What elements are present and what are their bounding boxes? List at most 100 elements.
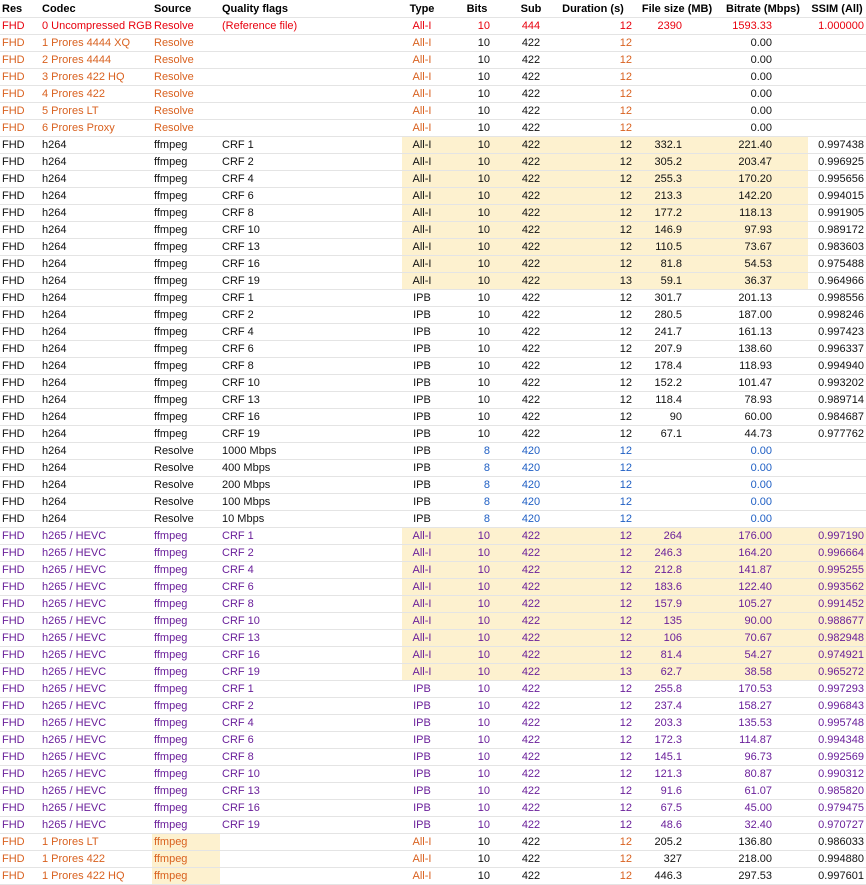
cell-sub: 422 — [512, 85, 550, 103]
cell-file-size: 332.1 — [636, 136, 718, 154]
cell-duration: 12 — [550, 391, 636, 409]
cell-res: FHD — [0, 493, 40, 511]
cell-type: IPB — [402, 493, 442, 511]
cell-duration: 12 — [550, 850, 636, 868]
cell-codec: h264 — [40, 221, 152, 239]
cell-type: IPB — [402, 357, 442, 375]
table-row: FHD h265 / HEVC ffmpeg CRF 6 IPB 10 422 12 172.3… — [0, 731, 866, 749]
cell-sub: 422 — [512, 272, 550, 290]
table-row: FHD h264 ffmpeg CRF 4 IPB 10 422 12 241.7 161.13 0… — [0, 323, 866, 341]
cell-ssim: 0.994348 — [808, 731, 866, 749]
cell-quality-flags: CRF 10 — [220, 374, 402, 392]
cell-bits: 10 — [442, 119, 512, 137]
cell-bits: 10 — [442, 425, 512, 443]
cell-file-size: 213.3 — [636, 187, 718, 205]
cell-bits: 10 — [442, 408, 512, 426]
cell-codec: h265 / HEVC — [40, 816, 152, 834]
cell-duration: 12 — [550, 34, 636, 52]
cell-source: ffmpeg — [152, 272, 220, 290]
table-row: FHD 4 Prores 422 Resolve All-I 10 422 12 0.00 — [0, 85, 866, 103]
cell-duration: 12 — [550, 731, 636, 749]
cell-file-size — [636, 51, 718, 69]
col-header-type: Type — [402, 0, 442, 18]
cell-quality-flags: 400 Mbps — [220, 459, 402, 477]
cell-duration: 12 — [550, 85, 636, 103]
cell-type: IPB — [402, 408, 442, 426]
cell-file-size: 212.8 — [636, 561, 718, 579]
cell-ssim — [808, 476, 866, 494]
cell-ssim: 0.997438 — [808, 136, 866, 154]
cell-file-size: 110.5 — [636, 238, 718, 256]
cell-bitrate: 70.67 — [718, 629, 808, 647]
cell-codec: h264 — [40, 170, 152, 188]
table-row: FHD h264 Resolve 100 Mbps IPB 8 420 12 0.00 — [0, 493, 866, 511]
table-row: FHD h264 ffmpeg CRF 16 All-I 10 422 12 81.8 54.53… — [0, 255, 866, 273]
cell-ssim: 0.989714 — [808, 391, 866, 409]
cell-file-size: 305.2 — [636, 153, 718, 171]
cell-res: FHD — [0, 731, 40, 749]
col-header-duration: Duration (s) — [550, 0, 636, 18]
cell-type: All-I — [402, 544, 442, 562]
cell-source: ffmpeg — [152, 714, 220, 732]
cell-ssim: 0.975488 — [808, 255, 866, 273]
cell-ssim: 0.989172 — [808, 221, 866, 239]
cell-source: Resolve — [152, 85, 220, 103]
cell-source: ffmpeg — [152, 816, 220, 834]
cell-duration: 12 — [550, 187, 636, 205]
cell-duration: 12 — [550, 68, 636, 86]
cell-duration: 12 — [550, 425, 636, 443]
cell-res: FHD — [0, 221, 40, 239]
cell-duration: 12 — [550, 374, 636, 392]
cell-source: ffmpeg — [152, 629, 220, 647]
cell-codec: h265 / HEVC — [40, 544, 152, 562]
cell-bitrate: 90.00 — [718, 612, 808, 630]
cell-duration: 12 — [550, 595, 636, 613]
cell-duration: 12 — [550, 238, 636, 256]
cell-ssim: 0.998246 — [808, 306, 866, 324]
cell-quality-flags — [220, 34, 402, 52]
header-row: Res Codec Source Quality flags Type Bits… — [0, 0, 866, 18]
cell-file-size — [636, 493, 718, 511]
cell-bits: 10 — [442, 255, 512, 273]
cell-bits: 10 — [442, 323, 512, 341]
cell-sub: 422 — [512, 221, 550, 239]
cell-bits: 10 — [442, 561, 512, 579]
cell-bitrate: 135.53 — [718, 714, 808, 732]
cell-bitrate: 97.93 — [718, 221, 808, 239]
cell-duration: 12 — [550, 612, 636, 630]
cell-res: FHD — [0, 782, 40, 800]
cell-codec: h264 — [40, 357, 152, 375]
cell-bits: 10 — [442, 799, 512, 817]
cell-sub: 420 — [512, 510, 550, 528]
cell-res: FHD — [0, 323, 40, 341]
cell-res: FHD — [0, 748, 40, 766]
cell-file-size: 203.3 — [636, 714, 718, 732]
cell-res: FHD — [0, 799, 40, 817]
table-row: FHD h264 ffmpeg CRF 19 IPB 10 422 12 67.1 44.73 0.… — [0, 425, 866, 443]
cell-sub: 422 — [512, 323, 550, 341]
cell-sub: 422 — [512, 578, 550, 596]
cell-source: Resolve — [152, 476, 220, 494]
cell-bitrate: 36.37 — [718, 272, 808, 290]
cell-bitrate: 0.00 — [718, 34, 808, 52]
cell-file-size: 237.4 — [636, 697, 718, 715]
cell-ssim: 0.996337 — [808, 340, 866, 358]
cell-quality-flags: CRF 4 — [220, 323, 402, 341]
cell-res: FHD — [0, 255, 40, 273]
cell-ssim: 0.992569 — [808, 748, 866, 766]
cell-ssim — [808, 68, 866, 86]
cell-sub: 422 — [512, 663, 550, 681]
cell-type: All-I — [402, 170, 442, 188]
cell-quality-flags: CRF 19 — [220, 272, 402, 290]
cell-file-size — [636, 476, 718, 494]
cell-file-size — [636, 119, 718, 137]
cell-source: ffmpeg — [152, 833, 220, 851]
cell-file-size: 301.7 — [636, 289, 718, 307]
cell-bitrate: 96.73 — [718, 748, 808, 766]
cell-file-size — [636, 510, 718, 528]
cell-file-size: 446.3 — [636, 867, 718, 885]
cell-bits: 10 — [442, 663, 512, 681]
cell-quality-flags — [220, 102, 402, 120]
cell-bitrate: 0.00 — [718, 119, 808, 137]
cell-codec: h264 — [40, 238, 152, 256]
